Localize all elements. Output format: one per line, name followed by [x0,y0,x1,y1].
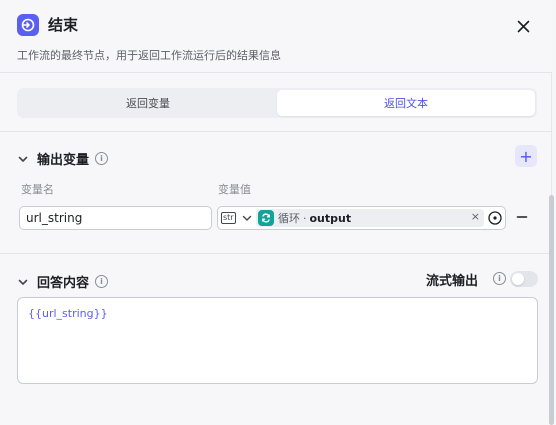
panel-header: 结束 工作流的最终节点，用于返回工作流运行后的结果信息 [0,0,552,72]
mode-tabs: 返回变量 返回文本 [17,88,537,118]
chevron-down-icon [18,156,28,162]
answer-content-editor[interactable]: {{url_string}} [17,297,538,384]
clear-reference-icon[interactable]: × [471,210,480,223]
info-icon[interactable]: i [95,152,109,165]
exit-icon [17,14,39,36]
answer-section-header[interactable]: 回答内容 i [17,272,109,291]
add-variable-button[interactable]: + [515,145,537,167]
output-section-header[interactable]: 输出变量 i [17,149,109,168]
target-icon[interactable] [488,211,502,225]
column-label-value: 变量值 [218,183,251,196]
answer-section-title: 回答内容 [37,276,90,291]
reference-separator: · [303,211,307,225]
variable-name-input[interactable]: url_string [19,206,212,230]
node-title: 结束 [48,16,79,34]
remove-variable-button[interactable] [515,210,529,224]
variable-reference-chip[interactable]: 循环 · output × [256,209,484,227]
plus-icon: + [519,146,533,166]
toggle-knob [512,273,524,285]
close-button[interactable] [512,15,534,37]
tab-return-text[interactable]: 返回文本 [277,90,535,116]
reference-output: output [309,211,352,225]
stream-output-toggle[interactable] [510,271,538,287]
string-type-icon: str [221,212,236,224]
info-icon[interactable]: i [95,275,109,288]
section-divider [0,253,552,254]
reference-source: 循环 [278,212,300,225]
column-label-name: 变量名 [21,183,54,196]
variable-value-field[interactable]: str 循环 · output × [217,206,506,230]
output-section-title: 输出变量 [37,153,90,168]
minus-icon [516,216,528,218]
node-description: 工作流的最终节点，用于返回工作流运行后的结果信息 [17,49,281,62]
close-icon [517,20,529,32]
chevron-down-icon [18,279,28,285]
loop-icon [258,210,274,226]
tabs-divider [0,131,552,132]
stream-info-icon[interactable]: i [493,272,506,285]
type-dropdown-chevron-icon[interactable] [241,212,253,224]
tab-return-variable[interactable]: 返回变量 [19,90,277,116]
vertical-scrollbar[interactable] [549,195,554,425]
header-divider [0,72,552,73]
end-node-panel: 结束 工作流的最终节点，用于返回工作流运行后的结果信息 返回变量 返回文本 输出… [0,0,552,425]
stream-output-label: 流式输出 [426,274,479,289]
